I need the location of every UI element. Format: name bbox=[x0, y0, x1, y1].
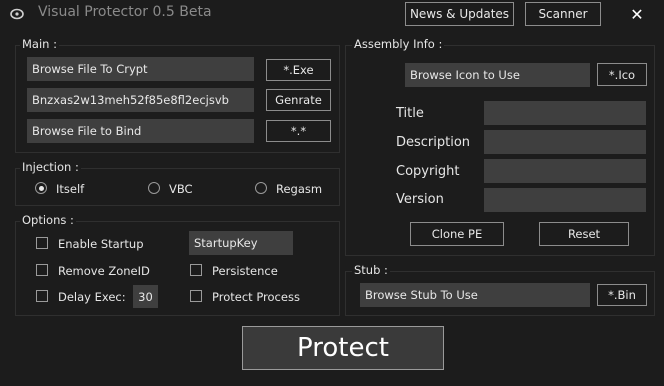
options-group-label: Options : bbox=[20, 213, 76, 227]
clone-pe-button[interactable]: Clone PE bbox=[410, 222, 504, 246]
description-input[interactable] bbox=[484, 130, 646, 154]
enable-startup-checkbox[interactable] bbox=[36, 237, 48, 249]
ico-browse-button[interactable]: *.Ico bbox=[597, 63, 647, 86]
main-group-label: Main : bbox=[20, 37, 59, 51]
version-label: Version bbox=[396, 192, 444, 207]
radio-regasm-label: Regasm bbox=[276, 182, 323, 196]
app-logo-icon bbox=[10, 8, 24, 20]
description-label: Description bbox=[396, 135, 471, 150]
radio-vbc-label: VBC bbox=[169, 182, 193, 196]
scanner-button[interactable]: Scanner bbox=[525, 2, 601, 26]
radio-regasm[interactable] bbox=[255, 182, 267, 194]
key-field[interactable]: Bnzxas2w13meh52f85e8fl2ecjsvb bbox=[27, 88, 254, 112]
close-icon[interactable]: ✕ bbox=[626, 4, 648, 24]
title-input[interactable] bbox=[484, 101, 646, 125]
radio-vbc[interactable] bbox=[148, 182, 160, 194]
persistence-label: Persistence bbox=[212, 264, 278, 278]
remove-zoneid-label: Remove ZoneID bbox=[58, 264, 150, 278]
startup-key-field[interactable]: StartupKey bbox=[189, 231, 293, 255]
protect-button[interactable]: Protect bbox=[242, 326, 444, 370]
assembly-group-label: Assembly Info : bbox=[352, 37, 445, 51]
delay-exec-label: Delay Exec: bbox=[58, 290, 126, 304]
crypt-file-field[interactable]: Browse File To Crypt bbox=[27, 57, 254, 81]
enable-startup-label: Enable Startup bbox=[58, 237, 144, 251]
protect-process-checkbox[interactable] bbox=[190, 290, 202, 302]
version-input[interactable] bbox=[484, 188, 646, 212]
bind-browse-button[interactable]: *.* bbox=[266, 120, 331, 142]
generate-button[interactable]: Genrate bbox=[266, 89, 331, 111]
icon-field[interactable]: Browse Icon to Use bbox=[405, 63, 590, 87]
stub-field[interactable]: Browse Stub To Use bbox=[360, 283, 590, 307]
bin-browse-button[interactable]: *.Bin bbox=[597, 284, 647, 306]
reset-button[interactable]: Reset bbox=[539, 222, 629, 246]
news-updates-button[interactable]: News & Updates bbox=[405, 2, 514, 26]
exe-browse-button[interactable]: *.Exe bbox=[266, 59, 331, 81]
title-label: Title bbox=[396, 106, 424, 121]
radio-itself-label: Itself bbox=[56, 182, 85, 196]
radio-itself[interactable] bbox=[35, 182, 47, 194]
persistence-checkbox[interactable] bbox=[190, 264, 202, 276]
remove-zoneid-checkbox[interactable] bbox=[36, 264, 48, 276]
delay-exec-checkbox[interactable] bbox=[36, 290, 48, 302]
delay-value-field[interactable]: 30 bbox=[133, 285, 158, 308]
copyright-input[interactable] bbox=[484, 159, 646, 183]
stub-group-label: Stub : bbox=[352, 263, 390, 277]
injection-group-label: Injection : bbox=[20, 160, 81, 174]
copyright-label: Copyright bbox=[396, 164, 460, 179]
window-title: Visual Protector 0.5 Beta bbox=[38, 4, 212, 20]
bind-file-field[interactable]: Browse File to Bind bbox=[27, 119, 254, 143]
protect-process-label: Protect Process bbox=[212, 290, 300, 304]
